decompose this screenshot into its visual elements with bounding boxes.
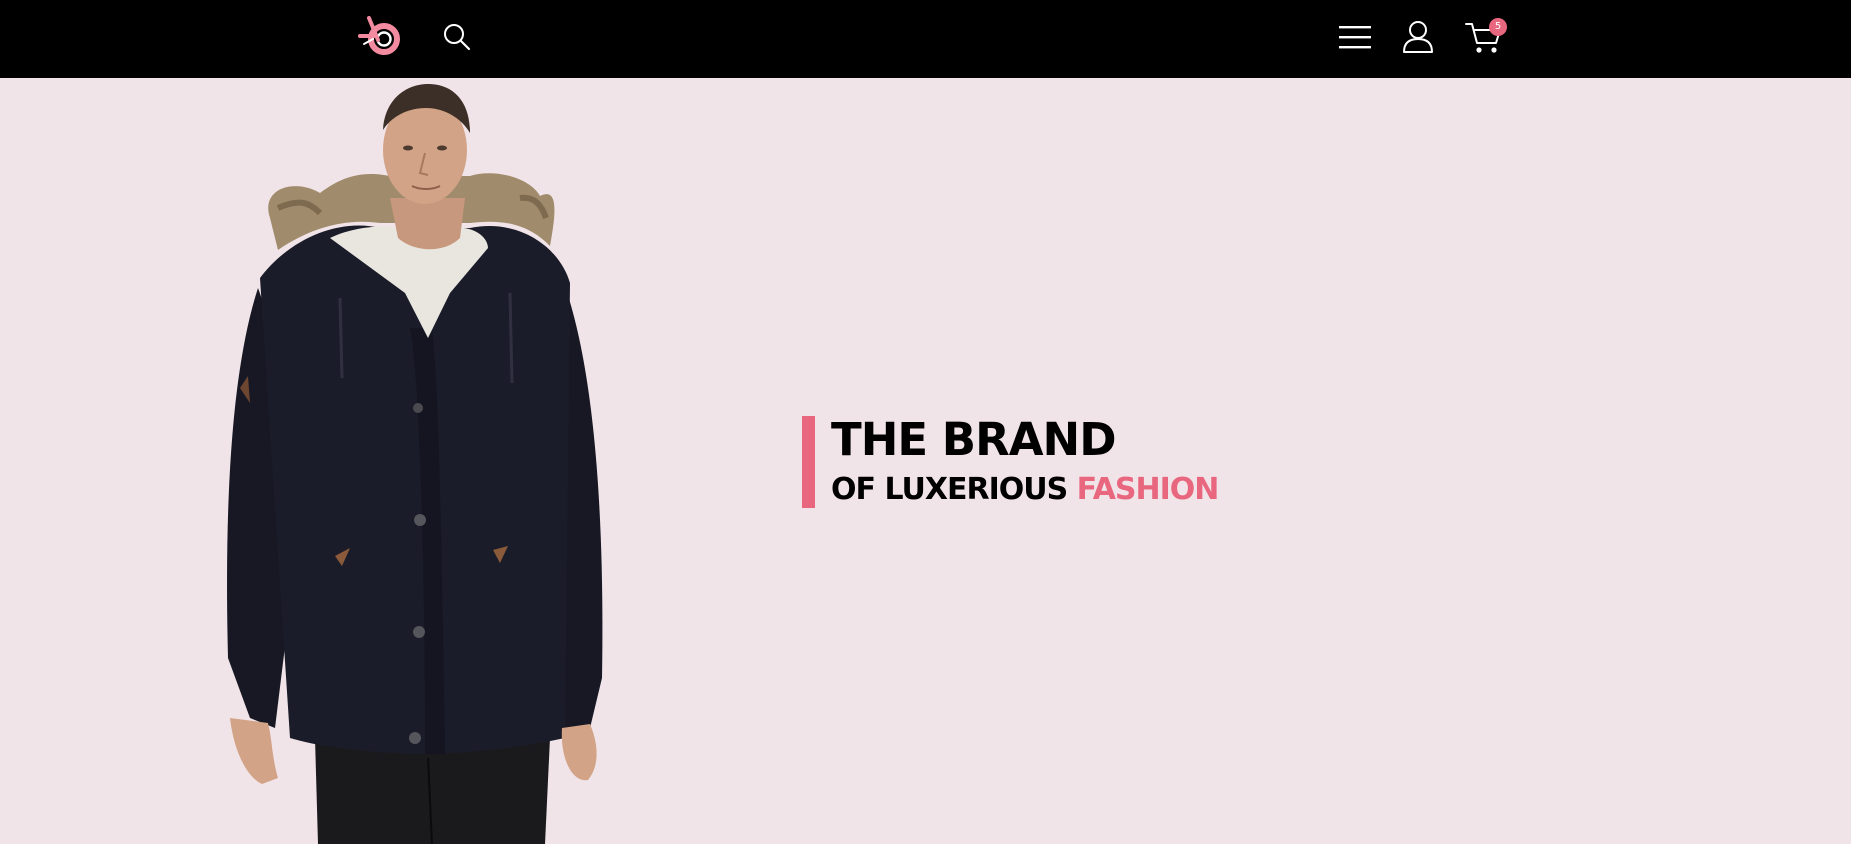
top-navbar: 5 (0, 0, 1851, 78)
brand-logo-icon[interactable] (356, 14, 404, 58)
hero-subtitle-highlight: FASHION (1076, 472, 1220, 507)
page: 5 THE BRAND OF LUXERIOUS FASHION (0, 0, 1851, 846)
hero-subtitle-text: OF LUXERIOUS (831, 472, 1077, 507)
hero-subtitle: OF LUXERIOUS FASHION (831, 470, 1220, 510)
hamburger-menu-icon[interactable] (1337, 22, 1373, 52)
search-icon[interactable] (442, 22, 472, 52)
model-image (220, 78, 620, 844)
user-icon[interactable] (1401, 19, 1435, 55)
hero-title: THE BRAND (831, 413, 1117, 466)
cart-count-badge: 5 (1489, 18, 1507, 36)
headline-accent-bar (802, 416, 815, 508)
hero-banner: THE BRAND OF LUXERIOUS FASHION (0, 78, 1851, 844)
